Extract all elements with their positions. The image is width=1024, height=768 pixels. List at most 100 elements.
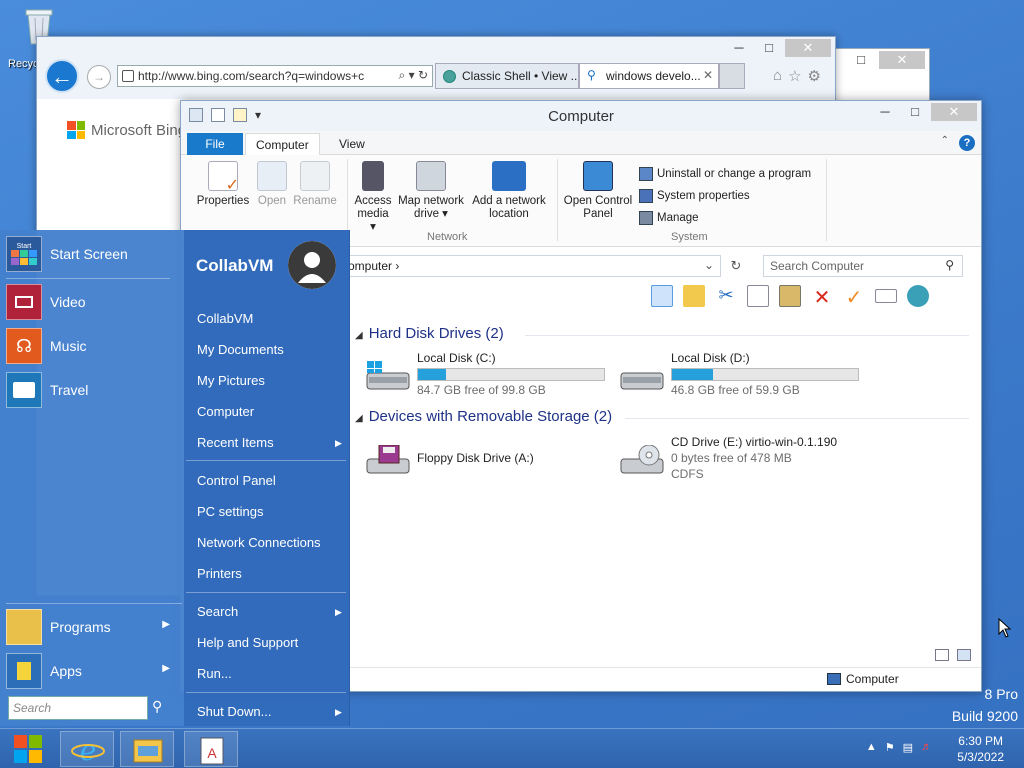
network-icon[interactable]: ▤ [903, 741, 913, 754]
chevron-right-icon: ▶ [335, 438, 342, 448]
group-header-removable[interactable]: ◢ Devices with Removable Storage (2) [355, 408, 975, 425]
refresh-icon[interactable]: ↻ [727, 255, 745, 277]
checkmark-icon[interactable]: ✓ [843, 285, 865, 309]
tab-close-icon[interactable]: ✕ [703, 68, 713, 82]
menu-item-pc-settings[interactable]: PC settings [197, 504, 263, 519]
cut-icon[interactable]: ✂ [715, 285, 737, 307]
travel-item[interactable]: Travel [6, 370, 176, 410]
menu-item-collabvm[interactable]: CollabVM [197, 311, 253, 326]
collapse-arrow-icon[interactable]: ◢ [355, 330, 363, 341]
details-view-icon[interactable] [935, 649, 949, 661]
tab-classic-shell[interactable]: Classic Shell • View ... [435, 63, 579, 89]
status-location: Computer [827, 672, 899, 686]
volume-muted-icon[interactable]: ♬ [921, 741, 932, 754]
globe-icon[interactable] [907, 285, 929, 307]
delete-icon[interactable]: ✕ [811, 285, 833, 309]
taskbar-internet-explorer[interactable]: e [60, 731, 114, 767]
menu-item-run[interactable]: Run... [197, 666, 232, 681]
home-icon[interactable]: ⌂ [773, 67, 782, 85]
separator [186, 460, 346, 461]
show-hidden-icons-icon[interactable]: ▲ [866, 741, 877, 754]
window-title: Computer [548, 108, 614, 125]
maximize-icon[interactable]: □ [847, 51, 875, 69]
tab-file[interactable]: File [187, 133, 243, 155]
menu-item-my-documents[interactable]: My Documents [197, 342, 284, 357]
map-network-drive-button[interactable]: Map network drive ▾ [395, 161, 467, 221]
tab-windows-developer[interactable]: ⚲ windows develo... ✕ [579, 63, 719, 89]
access-media-button[interactable]: Access media ▾ [353, 161, 393, 234]
clock[interactable]: 6:30 PM 5/3/2022 [957, 733, 1004, 765]
favorites-star-icon[interactable]: ☆ [788, 67, 801, 85]
new-tab-button[interactable] [719, 63, 745, 89]
video-item[interactable]: Video [6, 282, 176, 322]
back-arrow-icon[interactable]: ← [45, 59, 79, 93]
menu-item-shut-down[interactable]: Shut Down... ▶ [197, 704, 357, 719]
open-button[interactable]: Open [255, 161, 289, 208]
music-item[interactable]: ☊ Music [6, 326, 176, 366]
separator [6, 603, 182, 604]
rename-button[interactable]: Rename [293, 161, 337, 208]
start-search-input[interactable]: Search [8, 696, 148, 720]
close-icon[interactable]: ✕ [785, 39, 831, 57]
minimize-icon[interactable]: ─ [725, 39, 753, 57]
properties-icon[interactable] [875, 289, 897, 303]
group-header-hard-disks[interactable]: ◢ Hard Disk Drives (2) [355, 325, 975, 342]
microsoft-bing-logo[interactable]: Microsoft Bing [67, 121, 186, 139]
drive-d[interactable]: Local Disk (D:) 46.8 GB free of 59.9 GB [619, 351, 869, 397]
menu-item-printers[interactable]: Printers [197, 566, 242, 581]
taskbar-wordpad[interactable]: A [184, 731, 238, 767]
apps-item[interactable]: Apps ▶ [6, 651, 176, 691]
close-icon[interactable]: ✕ [879, 51, 925, 69]
breadcrumb[interactable]: omputer › ⌄ [341, 255, 721, 277]
drive-name: Floppy Disk Drive (A:) [417, 451, 534, 465]
microsoft-logo-icon [67, 121, 85, 139]
search-icon[interactable]: ⚲ [152, 698, 170, 718]
settings-gear-icon[interactable]: ⚙ [808, 67, 821, 85]
large-icons-view-icon[interactable] [957, 649, 971, 661]
tab-view[interactable]: View [329, 133, 375, 155]
menu-item-control-panel[interactable]: Control Panel [197, 473, 276, 488]
manage-button[interactable]: Manage [639, 207, 811, 229]
minimize-icon[interactable]: ─ [871, 103, 899, 121]
preview-pane-icon[interactable] [651, 285, 673, 307]
user-avatar[interactable] [288, 241, 336, 289]
address-tools[interactable]: ⌕ ▾ ↻ [398, 68, 428, 83]
system-properties-button[interactable]: System properties [639, 185, 811, 207]
start-button[interactable] [6, 731, 50, 767]
menu-item-my-pictures[interactable]: My Pictures [197, 373, 265, 388]
menu-item-help-and-support[interactable]: Help and Support [197, 635, 298, 650]
start-menu-left-column: Start Start Screen Video ☊ Music Travel [0, 230, 184, 726]
drive-e[interactable]: CD Drive (E:) virtio-win-0.1.190 0 bytes… [619, 435, 869, 481]
menu-item-network-connections[interactable]: Network Connections [197, 535, 321, 550]
open-control-panel-button[interactable]: Open Control Panel [561, 161, 635, 221]
start-screen-item[interactable]: Start Start Screen [6, 234, 176, 274]
menu-item-recent-items[interactable]: Recent Items ▶ [197, 435, 357, 450]
drive-a[interactable]: Floppy Disk Drive (A:) [365, 435, 615, 481]
close-icon[interactable]: ✕ [931, 103, 977, 121]
copy-icon[interactable] [747, 285, 769, 307]
taskbar-file-explorer[interactable] [120, 731, 174, 767]
collapse-arrow-icon[interactable]: ◢ [355, 413, 363, 424]
tab-computer[interactable]: Computer [245, 133, 320, 155]
paste-icon[interactable] [779, 285, 801, 307]
chevron-down-icon[interactable]: ⌄ [704, 258, 714, 272]
media-server-icon [362, 161, 384, 191]
address-bar[interactable]: http://www.bing.com/search?q=windows+c ⌕… [117, 65, 433, 87]
uninstall-program-button[interactable]: Uninstall or change a program [639, 163, 811, 185]
search-input[interactable]: Search Computer ⚲ [763, 255, 963, 277]
programs-item[interactable]: Programs ▶ [6, 607, 176, 647]
properties-button[interactable]: ✓ Properties [195, 161, 251, 208]
maximize-icon[interactable]: □ [901, 103, 929, 121]
move-to-folder-icon[interactable] [683, 285, 705, 307]
menu-item-computer[interactable]: Computer [197, 404, 254, 419]
forward-arrow-icon[interactable]: → [87, 65, 111, 89]
menu-item-search[interactable]: Search ▶ [197, 604, 357, 619]
collapse-ribbon-icon[interactable]: ⌃ [941, 135, 949, 151]
separator [186, 692, 346, 693]
maximize-icon[interactable]: □ [755, 39, 783, 57]
action-center-flag-icon[interactable]: ⚑ [885, 741, 895, 754]
help-icon[interactable]: ? [959, 135, 975, 151]
ribbon-separator [347, 159, 348, 241]
drive-c[interactable]: Local Disk (C:) 84.7 GB free of 99.8 GB [365, 351, 615, 397]
add-network-location-button[interactable]: Add a network location [469, 161, 549, 221]
